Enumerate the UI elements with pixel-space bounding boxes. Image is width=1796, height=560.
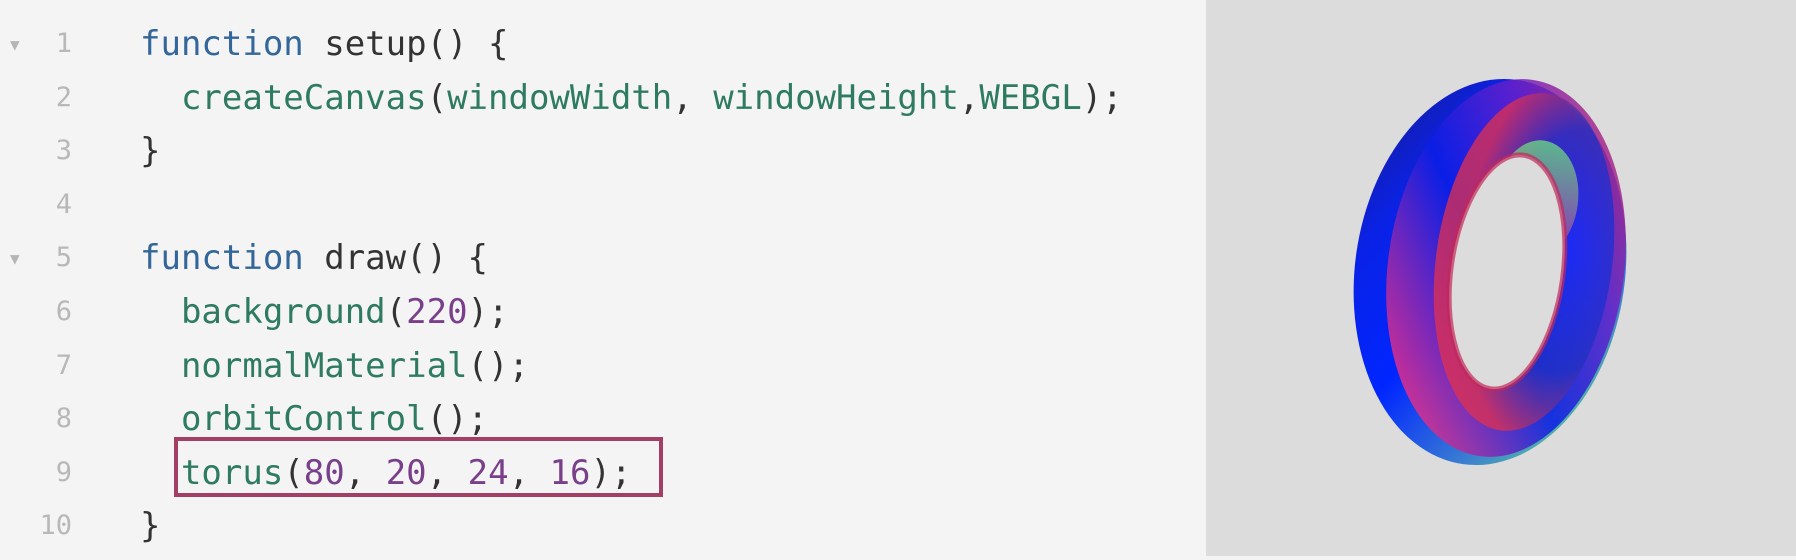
code-text: normalMaterial(); (140, 339, 529, 393)
line-number: 9 (55, 456, 72, 488)
code-line[interactable]: 7 normalMaterial(); (0, 339, 1206, 393)
code-text: } (140, 124, 160, 178)
line-number: 5 (55, 242, 72, 274)
code-text: function draw() { (140, 231, 488, 285)
torus-render (1353, 78, 1627, 466)
code-token: , (958, 77, 980, 118)
code-token: function (140, 238, 304, 279)
line-number: 10 (39, 510, 72, 542)
code-token: createCanvas (180, 77, 427, 118)
line-number: 3 (55, 135, 72, 167)
line-number: 6 (55, 296, 72, 327)
code-token: function (140, 24, 304, 64)
code-token: WEBGL (979, 77, 1082, 118)
code-text: background(220); (140, 285, 509, 339)
code-token: , (672, 77, 714, 118)
code-line[interactable]: 3} (0, 124, 1206, 178)
code-token: ); (1081, 77, 1123, 118)
code-line[interactable]: ▼ 5 function draw() { (0, 231, 1206, 285)
highlight-box (174, 437, 663, 497)
code-text: function setup() { (140, 17, 508, 71)
code-token: } (140, 506, 161, 547)
code-token: (); (467, 345, 529, 386)
code-token: 220 (406, 292, 468, 332)
code-token: } (140, 131, 161, 172)
code-token: orbitControl (180, 399, 427, 440)
line-number: 4 (55, 188, 72, 220)
code-token: windowWidth (447, 77, 673, 118)
code-line[interactable]: 2 createCanvas(windowWidth, windowHeight… (0, 71, 1206, 125)
code-token: setup() { (303, 24, 509, 64)
code-line[interactable]: 6 background(220); (0, 285, 1206, 339)
line-number: 7 (55, 349, 72, 381)
code-token: windowHeight (713, 77, 959, 118)
code-token: ( (385, 292, 407, 332)
code-line[interactable]: 10} (0, 499, 1206, 553)
code-token: (); (426, 399, 489, 440)
code-line[interactable]: 4 (0, 178, 1206, 232)
code-text: } (140, 499, 160, 553)
line-number: 1 (55, 28, 72, 59)
code-token: ( (426, 77, 448, 118)
code-line[interactable]: ▼ 1 function setup() { (0, 17, 1206, 71)
sketch-canvas[interactable] (1206, 0, 1796, 556)
line-number: 2 (55, 81, 72, 113)
code-token: ); (467, 292, 509, 332)
code-token: background (180, 292, 386, 332)
code-text: createCanvas(windowWidth, windowHeight,W… (140, 71, 1123, 125)
code-token: draw() { (303, 238, 488, 279)
line-number: 8 (55, 403, 72, 435)
code-token: normalMaterial (180, 345, 468, 386)
